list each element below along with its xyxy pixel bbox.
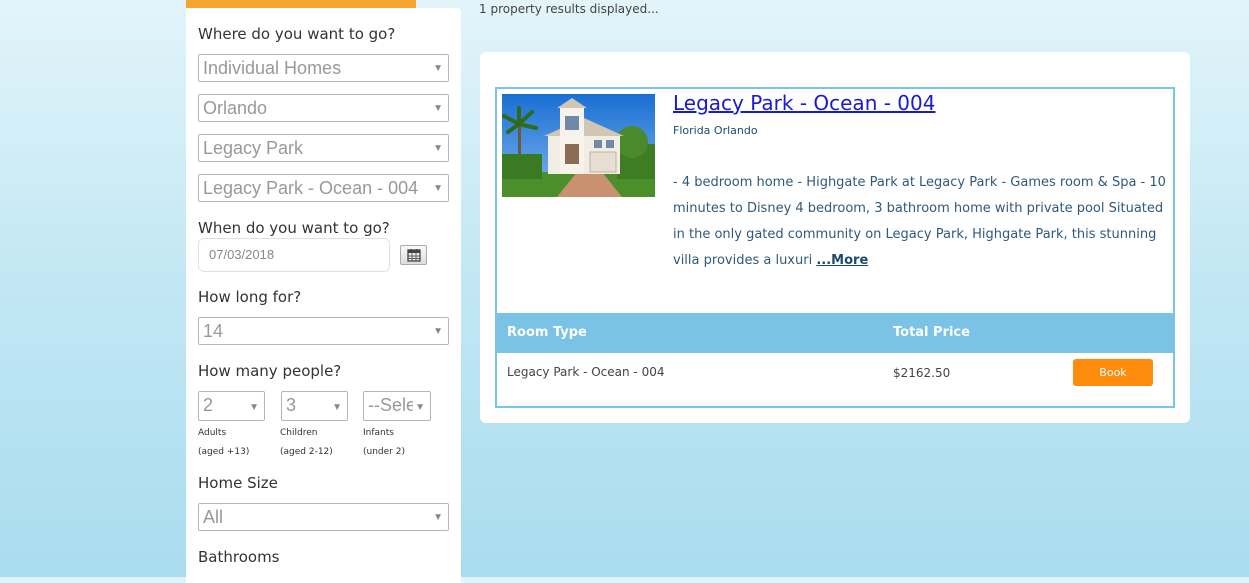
more-link[interactable]: ...More [816, 253, 868, 268]
city-select[interactable]: Orlando ▼ [198, 94, 449, 122]
when-label: When do you want to go? [198, 219, 390, 237]
chevron-down-icon: ▼ [433, 103, 443, 114]
chevron-down-icon: ▼ [332, 402, 342, 413]
chevron-down-icon: ▼ [433, 63, 443, 74]
nights-select[interactable]: 14 ▼ [198, 317, 449, 345]
home-size-select[interactable]: All ▼ [198, 503, 449, 531]
infants-select[interactable]: --Sele ▼ [363, 391, 431, 421]
property-type-select[interactable]: Individual Homes ▼ [198, 54, 449, 82]
infants-label: Infants [363, 428, 394, 438]
bathrooms-label: Bathrooms [198, 548, 280, 566]
date-input[interactable]: 07/03/2018 [198, 238, 390, 272]
property-description: - 4 bedroom home - Highgate Park at Lega… [673, 175, 1166, 268]
search-sidebar: Where do you want to go? Individual Home… [186, 8, 461, 583]
table-row: Legacy Park - Ocean - 004 $2162.50 Book [497, 353, 1173, 408]
results-panel: Legacy Park - Ocean - 004 Florida Orland… [480, 52, 1190, 423]
room-type-cell: Legacy Park - Ocean - 004 [507, 365, 665, 379]
how-long-label: How long for? [198, 288, 302, 306]
chevron-down-icon: ▼ [433, 183, 443, 194]
children-sublabel: (aged 2-12) [280, 447, 333, 457]
chevron-down-icon: ▼ [433, 326, 443, 337]
col-room-type: Room Type [507, 325, 587, 340]
chevron-down-icon: ▼ [413, 398, 425, 418]
adults-sublabel: (aged +13) [198, 447, 250, 457]
property-select[interactable]: Legacy Park - Ocean - 004 ▼ [198, 174, 449, 202]
resort-select[interactable]: Legacy Park ▼ [198, 134, 449, 162]
where-label: Where do you want to go? [198, 25, 396, 43]
price-cell: $2162.50 [893, 366, 951, 380]
property-card: Legacy Park - Ocean - 004 Florida Orland… [495, 87, 1175, 408]
calendar-icon [407, 249, 421, 262]
col-total-price: Total Price [893, 325, 970, 340]
chevron-down-icon: ▼ [249, 402, 259, 413]
people-label: How many people? [198, 362, 342, 380]
property-photo[interactable] [502, 94, 655, 197]
property-location: Florida Orlando [673, 124, 758, 137]
room-table-header: Room Type Total Price [497, 313, 1173, 353]
chevron-down-icon: ▼ [433, 512, 443, 523]
sidebar-top-accent [186, 0, 416, 8]
property-title-link[interactable]: Legacy Park - Ocean - 004 [673, 91, 935, 115]
results-count: 1 property results displayed... [479, 2, 659, 16]
children-select[interactable]: 3 ▼ [281, 391, 348, 421]
calendar-button[interactable] [400, 245, 427, 265]
infants-sublabel: (under 2) [363, 447, 405, 457]
chevron-down-icon: ▼ [433, 143, 443, 154]
adults-label: Adults [198, 428, 227, 438]
home-size-label: Home Size [198, 474, 278, 492]
book-button[interactable]: Book [1073, 359, 1153, 386]
children-label: Children [280, 428, 318, 438]
adults-select[interactable]: 2 ▼ [198, 391, 265, 421]
